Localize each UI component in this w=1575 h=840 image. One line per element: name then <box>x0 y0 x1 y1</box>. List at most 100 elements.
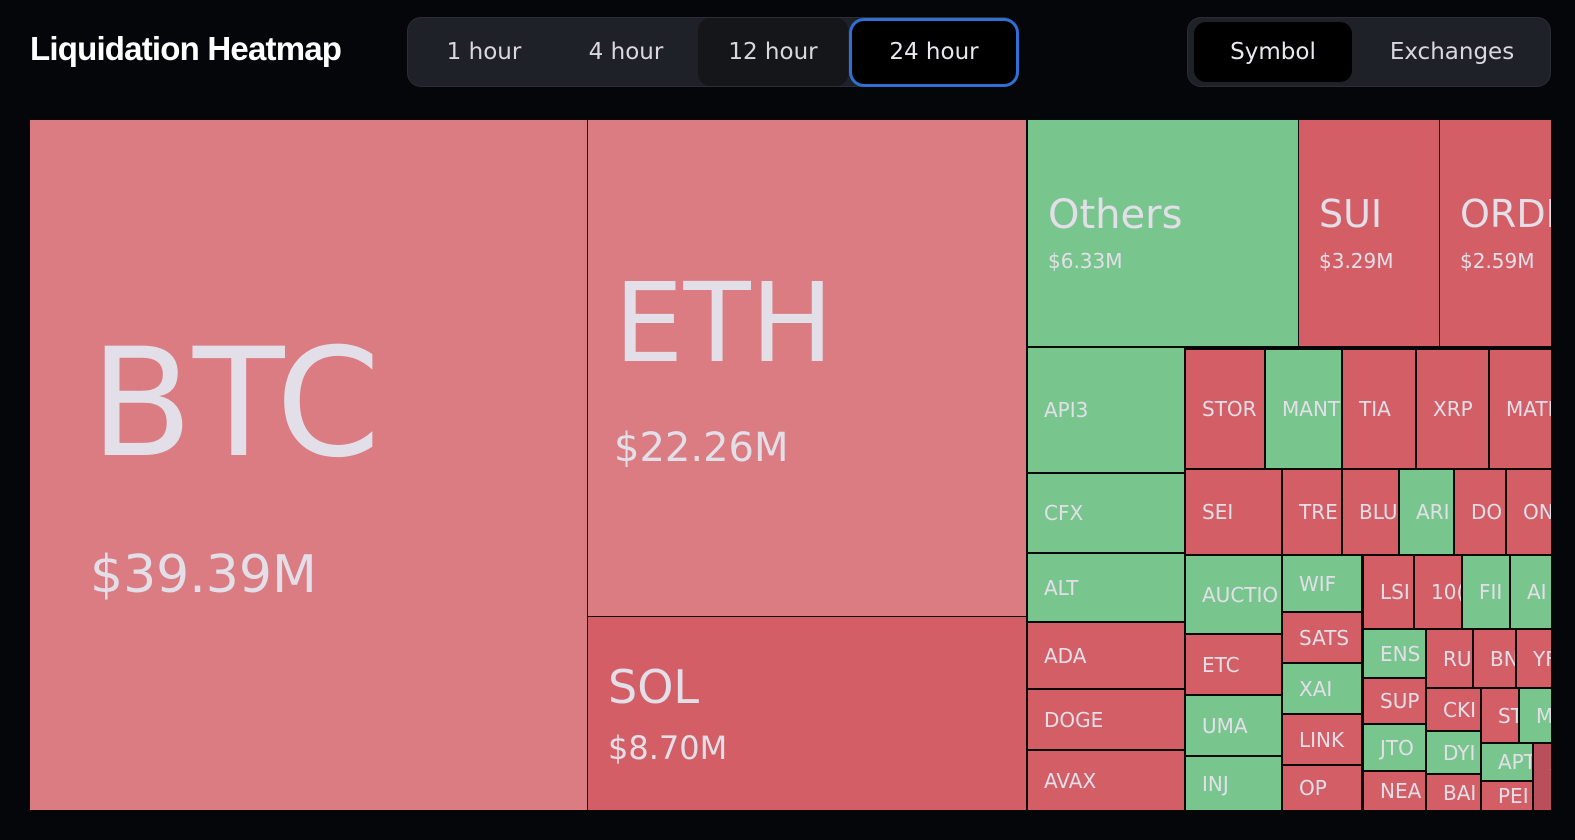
treemap-cell-eth[interactable]: ETH $22.26M <box>587 119 1027 617</box>
treemap-cell-sol[interactable]: SOL $8.70M <box>587 616 1027 811</box>
cell-symbol: MATI <box>1506 397 1551 421</box>
treemap-cell-op[interactable]: OP <box>1282 765 1362 811</box>
cell-symbol: LSI <box>1380 580 1410 604</box>
cell-symbol: FII <box>1479 580 1503 604</box>
treemap-cell-alt[interactable]: ALT <box>1027 553 1185 622</box>
treemap-cell-uma[interactable]: UMA <box>1185 695 1282 756</box>
treemap-cell-ari[interactable]: ARI <box>1399 469 1454 555</box>
treemap-cell-sup[interactable]: SUP <box>1363 678 1426 724</box>
view-selector: Symbol Exchanges <box>1187 17 1551 87</box>
cell-symbol: UMA <box>1202 713 1248 738</box>
treemap-cell-yf[interactable]: YF <box>1516 629 1552 688</box>
tab-symbol[interactable]: Symbol <box>1194 22 1352 82</box>
cell-symbol: INJ <box>1202 771 1229 796</box>
treemap-cell-w[interactable]: W <box>1533 743 1552 811</box>
cell-value: $2.59M <box>1460 249 1535 273</box>
cell-symbol: XAI <box>1299 676 1333 701</box>
treemap-cell-dyi[interactable]: DYI <box>1426 731 1481 774</box>
treemap-cell-on[interactable]: ON <box>1506 469 1552 555</box>
treemap-cell-api3[interactable]: API3 <box>1027 347 1185 473</box>
cell-symbol: AI <box>1527 580 1547 604</box>
treemap-cell-tia[interactable]: TIA <box>1342 349 1416 469</box>
treemap-cell-avax[interactable]: AVAX <box>1027 750 1185 811</box>
cell-symbol: ETC <box>1202 652 1240 677</box>
treemap-cell-lsi[interactable]: LSI <box>1363 555 1414 629</box>
treemap-cell-stor[interactable]: STOR <box>1185 349 1265 469</box>
treemap-cell-auctio[interactable]: AUCTIO <box>1185 555 1282 634</box>
treemap-cell-nea[interactable]: NEA <box>1363 771 1426 811</box>
cell-symbol: SEI <box>1202 500 1234 524</box>
treemap-cell-bai[interactable]: BAI <box>1426 774 1481 811</box>
treemap-cell-ordi[interactable]: ORDI $2.59M <box>1439 119 1552 347</box>
cell-symbol: DYI <box>1443 740 1476 765</box>
cell-value: $3.29M <box>1319 249 1394 273</box>
treemap-cell-cki[interactable]: CKI <box>1426 688 1481 731</box>
cell-symbol: W <box>1550 767 1551 787</box>
treemap-cell-sui[interactable]: SUI $3.29M <box>1298 119 1440 347</box>
cell-symbol: AVAX <box>1044 768 1097 793</box>
cell-symbol: BAI <box>1443 780 1477 805</box>
treemap-cell-wif[interactable]: WIF <box>1282 555 1362 612</box>
treemap-cell-apt[interactable]: APT <box>1481 743 1533 781</box>
treemap-cell-btc[interactable]: BTC $39.39M <box>29 119 588 811</box>
cell-symbol: DOGE <box>1044 707 1104 732</box>
treemap-cell-others[interactable]: Others $6.33M <box>1027 119 1299 347</box>
cell-symbol: WIF <box>1299 571 1337 596</box>
treemap-cell-ru[interactable]: RU <box>1426 629 1473 688</box>
treemap-cell-do[interactable]: DO <box>1454 469 1506 555</box>
treemap-cell-bn[interactable]: BN <box>1473 629 1516 688</box>
treemap-cell-ai[interactable]: AI <box>1510 555 1552 629</box>
treemap-cell-jto[interactable]: JTO <box>1363 724 1426 771</box>
treemap-cell-m[interactable]: M <box>1519 688 1552 743</box>
cell-symbol: SUI <box>1319 192 1383 236</box>
cell-symbol: RU <box>1443 646 1472 671</box>
cell-symbol: APT <box>1498 750 1532 774</box>
treemap-cell-sei[interactable]: SEI <box>1185 469 1282 555</box>
cell-symbol: BLU <box>1359 500 1398 524</box>
treemap-cell-doge[interactable]: DOGE <box>1027 689 1185 750</box>
treemap-cell-blu[interactable]: BLU <box>1342 469 1399 555</box>
cell-symbol: PEI <box>1498 784 1529 808</box>
tab-24-hour[interactable]: 24 hour <box>852 21 1016 84</box>
treemap-cell-st[interactable]: ST <box>1481 688 1519 743</box>
liquidation-treemap: BTC $39.39M ETH $22.26M SOL $8.70M Others $6.33… <box>29 119 1552 811</box>
treemap-cell-10[interactable]: 10( <box>1414 555 1462 629</box>
cell-symbol: AUCTIO <box>1202 582 1279 607</box>
tab-12-hour[interactable]: 12 hour <box>698 18 848 86</box>
treemap-cell-link[interactable]: LINK <box>1282 714 1362 765</box>
cell-symbol: TIA <box>1359 397 1391 421</box>
treemap-cell-ada[interactable]: ADA <box>1027 622 1185 689</box>
treemap-cell-pei[interactable]: PEI <box>1481 781 1533 811</box>
cell-symbol: SATS <box>1299 625 1350 650</box>
cell-symbol: ON <box>1523 500 1551 524</box>
tab-1-hour[interactable]: 1 hour <box>416 18 552 86</box>
cell-symbol: LINK <box>1299 727 1345 752</box>
treemap-cell-etc[interactable]: ETC <box>1185 634 1282 695</box>
treemap-cell-sats[interactable]: SATS <box>1282 612 1362 663</box>
treemap-cell-cfx[interactable]: CFX <box>1027 473 1185 553</box>
cell-symbol: SUP <box>1380 689 1420 713</box>
cell-symbol: ALT <box>1044 575 1079 600</box>
cell-symbol: ST <box>1498 703 1518 728</box>
cell-value: $6.33M <box>1048 249 1123 273</box>
cell-symbol: DO <box>1471 500 1503 524</box>
cell-symbol: 10( <box>1431 580 1461 604</box>
cell-symbol: M <box>1536 703 1551 728</box>
cell-symbol: MANT <box>1282 397 1341 421</box>
tab-4-hour[interactable]: 4 hour <box>558 18 694 86</box>
treemap-cell-inj[interactable]: INJ <box>1185 756 1282 811</box>
tab-exchanges[interactable]: Exchanges <box>1362 18 1542 86</box>
cell-symbol: API3 <box>1044 398 1089 422</box>
cell-value: $8.70M <box>608 728 728 767</box>
treemap-cell-ens[interactable]: ENS <box>1363 629 1426 678</box>
treemap-cell-fii[interactable]: FII <box>1462 555 1510 629</box>
treemap-cell-xai[interactable]: XAI <box>1282 663 1362 714</box>
treemap-cell-mati[interactable]: MATI <box>1489 349 1552 469</box>
cell-symbol: CKI <box>1443 697 1476 722</box>
treemap-cell-mant[interactable]: MANT <box>1265 349 1342 469</box>
treemap-cell-tre[interactable]: TRE <box>1282 469 1342 555</box>
cell-symbol: ETH <box>614 259 834 387</box>
cell-symbol: JTO <box>1380 735 1414 760</box>
treemap-cell-xrp[interactable]: XRP <box>1416 349 1489 469</box>
cell-symbol: STOR <box>1202 397 1257 421</box>
